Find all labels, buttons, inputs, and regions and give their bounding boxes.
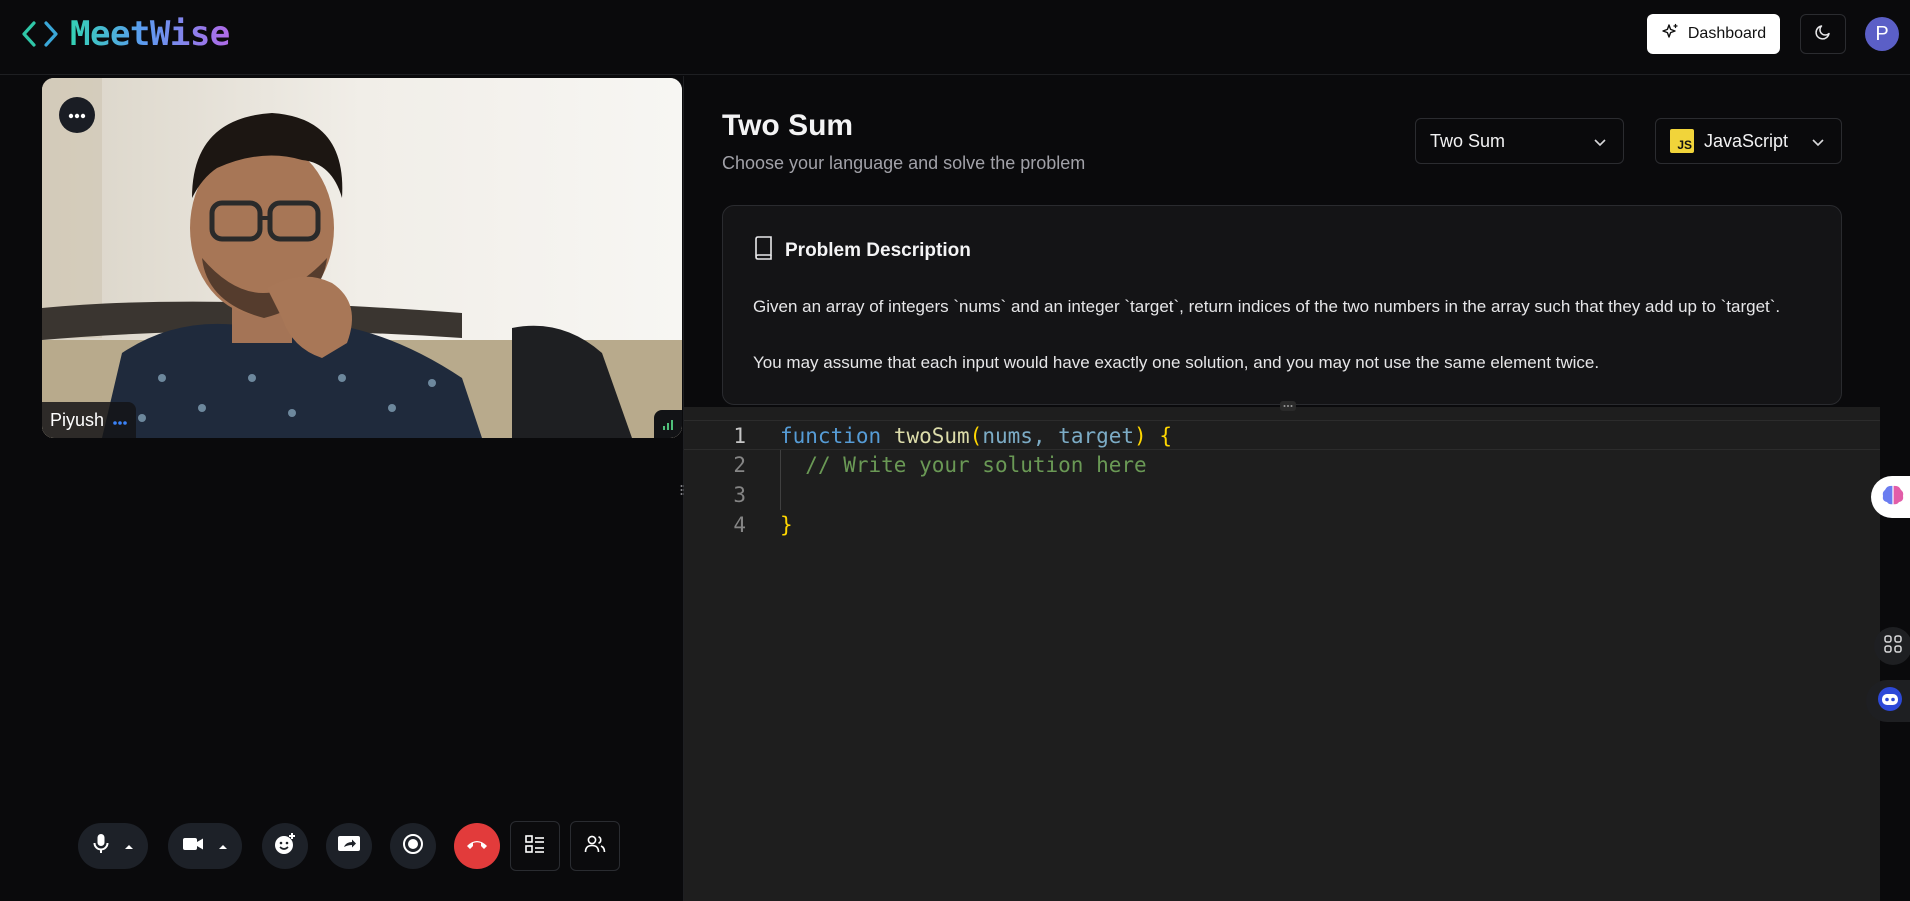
line-number: 1 xyxy=(733,424,746,448)
dashboard-label: Dashboard xyxy=(1687,25,1767,42)
record-button[interactable] xyxy=(390,823,436,869)
theme-toggle-button[interactable] xyxy=(1800,14,1846,54)
chevron-down-icon xyxy=(1811,133,1825,154)
microphone-control[interactable] xyxy=(78,823,148,869)
language-select[interactable]: JS JavaScript xyxy=(1655,118,1842,164)
brand-logo[interactable]: MeetWise xyxy=(20,14,230,54)
problem-description-heading: Problem Description xyxy=(785,240,971,261)
more-horizontal-icon xyxy=(68,106,86,124)
record-icon xyxy=(402,833,424,860)
video-camera-icon xyxy=(182,836,204,857)
line-number: 2 xyxy=(733,453,746,477)
book-icon xyxy=(753,236,773,266)
phone-end-icon xyxy=(465,837,489,856)
apps-grid-icon xyxy=(1884,634,1902,658)
chatbot-button[interactable] xyxy=(1866,680,1910,722)
video-panel: Piyush xyxy=(0,76,683,901)
speaking-indicator-icon xyxy=(112,410,128,431)
problem-description-card: Problem Description Given an array of in… xyxy=(722,205,1842,405)
dashboard-button[interactable]: Dashboard xyxy=(1647,14,1780,54)
code-text: function twoSum(nums, target) { xyxy=(780,424,1173,448)
code-line[interactable]: 3 xyxy=(684,480,1880,510)
call-controls xyxy=(78,821,620,871)
problem-paragraph-2: You may assume that each input would hav… xyxy=(753,353,1600,372)
participant-name: Piyush xyxy=(50,409,105,430)
participant-video-tile[interactable]: Piyush xyxy=(42,78,682,438)
caret-up-icon[interactable] xyxy=(218,837,228,855)
camera-control[interactable] xyxy=(168,823,242,869)
line-number: 3 xyxy=(733,483,746,507)
leave-call-button[interactable] xyxy=(454,823,500,869)
problem-title: Two Sum xyxy=(722,109,854,142)
screen-share-icon xyxy=(337,834,361,859)
problem-select-value: Two Sum xyxy=(1430,130,1506,151)
app-root: MeetWise Dashboard P Piyush Two Sum Choo… xyxy=(0,0,1910,901)
problem-paragraph-1: Given an array of integers `nums` and an… xyxy=(753,297,1781,316)
caret-up-icon[interactable] xyxy=(124,837,134,855)
microphone-icon xyxy=(92,833,110,860)
network-signal-icon xyxy=(654,410,682,438)
video-options-button[interactable] xyxy=(59,97,95,133)
sparkles-icon xyxy=(1661,23,1679,46)
code-line[interactable]: 2 // Write your solution here xyxy=(684,450,1880,480)
line-number: 4 xyxy=(733,513,746,537)
reactions-button[interactable] xyxy=(262,823,308,869)
code-editor[interactable]: 1 function twoSum(nums, target) { 2 // W… xyxy=(684,401,1880,901)
apps-grid-button[interactable] xyxy=(1874,627,1910,665)
ai-assistant-button[interactable] xyxy=(1871,476,1910,518)
problem-description-header: Problem Description xyxy=(753,236,971,266)
screen-share-button[interactable] xyxy=(326,823,372,869)
problem-subtitle: Choose your language and solve the probl… xyxy=(722,153,1086,173)
coding-panel: Two Sum Choose your language and solve t… xyxy=(684,76,1910,901)
code-text: // Write your solution here xyxy=(805,453,1147,477)
emoji-add-icon xyxy=(273,832,297,861)
layout-list-icon xyxy=(525,834,545,858)
javascript-logo-icon: JS xyxy=(1670,129,1694,153)
brain-icon xyxy=(1881,484,1905,511)
brand-name: MeetWise xyxy=(70,14,230,54)
code-brackets-icon xyxy=(20,14,60,54)
user-avatar[interactable]: P xyxy=(1865,17,1899,51)
code-line[interactable]: 1 function twoSum(nums, target) { xyxy=(684,420,1880,450)
participant-name-tag: Piyush xyxy=(42,402,137,438)
moon-icon xyxy=(1814,23,1832,46)
problem-select[interactable]: Two Sum xyxy=(1415,118,1624,164)
participants-icon xyxy=(584,835,606,858)
robot-icon xyxy=(1876,686,1904,717)
code-text: } xyxy=(780,513,793,537)
chevron-down-icon xyxy=(1593,133,1607,154)
language-select-value: JavaScript xyxy=(1704,130,1789,151)
code-line[interactable]: 4 } xyxy=(684,510,1880,540)
top-header: MeetWise Dashboard P xyxy=(0,0,1910,75)
participants-button[interactable] xyxy=(570,821,620,871)
editor-resize-handle[interactable] xyxy=(1280,401,1296,411)
camera-feed-image xyxy=(42,78,682,438)
layout-button[interactable] xyxy=(510,821,560,871)
